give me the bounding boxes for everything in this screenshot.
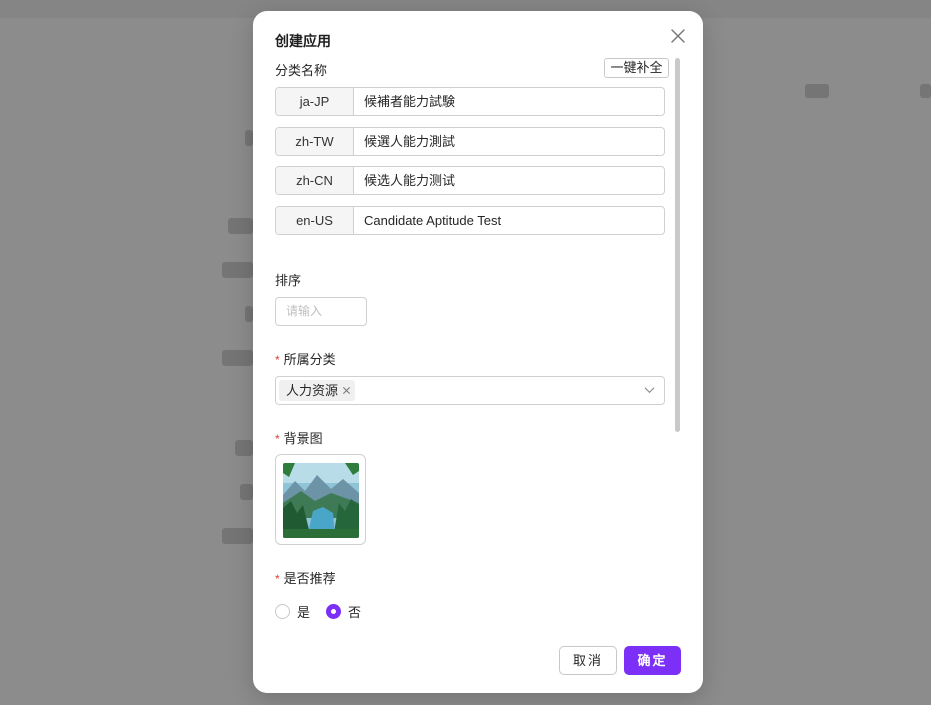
lang-input-en-us[interactable]: en-US Candidate Aptitude Test [275, 206, 665, 235]
lang-code: zh-TW [276, 128, 354, 155]
modal-body[interactable]: 分类名称 一键补全 ja-JP 候補者能力試験 zh-TW 候選人能力測試 zh… [253, 57, 703, 627]
lang-value[interactable]: 候補者能力試験 [354, 88, 664, 115]
radio-yes-label[interactable]: 是 [297, 602, 310, 621]
category-name-label: 分类名称 [275, 63, 328, 78]
category-tag: 人力资源 [279, 380, 356, 401]
recommend-label: * 是否推荐 [275, 568, 336, 587]
background-label-text: 背景图 [283, 431, 323, 446]
background-upload[interactable] [275, 454, 366, 545]
lang-value[interactable]: 候選人能力測試 [354, 128, 664, 155]
lang-input-ja-jp[interactable]: ja-JP 候補者能力試験 [275, 87, 665, 116]
recommend-radio-group: 是 否 [275, 602, 377, 621]
background-thumbnail[interactable] [283, 463, 359, 538]
sort-label: 排序 [275, 273, 302, 288]
required-mark: * [275, 432, 280, 446]
radio-no-label[interactable]: 否 [348, 602, 361, 621]
category-label: * 所属分类 [275, 349, 336, 368]
recommend-label-text: 是否推荐 [283, 571, 336, 586]
lang-input-zh-tw[interactable]: zh-TW 候選人能力測試 [275, 127, 665, 156]
category-tag-label: 人力资源 [286, 383, 339, 398]
radio-no[interactable] [326, 604, 342, 619]
confirm-button[interactable]: 确定 [624, 646, 681, 675]
category-select[interactable]: 人力资源 [275, 376, 665, 405]
lang-input-zh-cn[interactable]: zh-CN 候选人能力测试 [275, 166, 665, 195]
lang-value[interactable]: Candidate Aptitude Test [354, 207, 664, 234]
cancel-button[interactable]: 取消 [559, 646, 617, 675]
auto-fill-button[interactable]: 一键补全 [604, 58, 669, 78]
lang-code: en-US [276, 207, 354, 234]
required-mark: * [275, 572, 280, 586]
radio-yes[interactable] [275, 604, 290, 619]
lang-code: zh-CN [276, 167, 354, 194]
chevron-down-icon[interactable] [644, 386, 655, 394]
sort-input[interactable]: 请输入 [275, 297, 367, 326]
modal-scrollbar[interactable] [675, 58, 680, 432]
close-icon[interactable] [669, 27, 687, 45]
background-label: * 背景图 [275, 428, 323, 447]
create-app-modal: 创建应用 分类名称 一键补全 ja-JP 候補者能力試験 zh-TW 候選人能力… [253, 11, 703, 693]
lang-code: ja-JP [276, 88, 354, 115]
lang-value[interactable]: 候选人能力测试 [354, 167, 664, 194]
tag-close-icon[interactable] [342, 386, 351, 395]
required-mark: * [275, 353, 280, 367]
category-label-text: 所属分类 [283, 352, 336, 367]
modal-title: 创建应用 [275, 33, 331, 49]
